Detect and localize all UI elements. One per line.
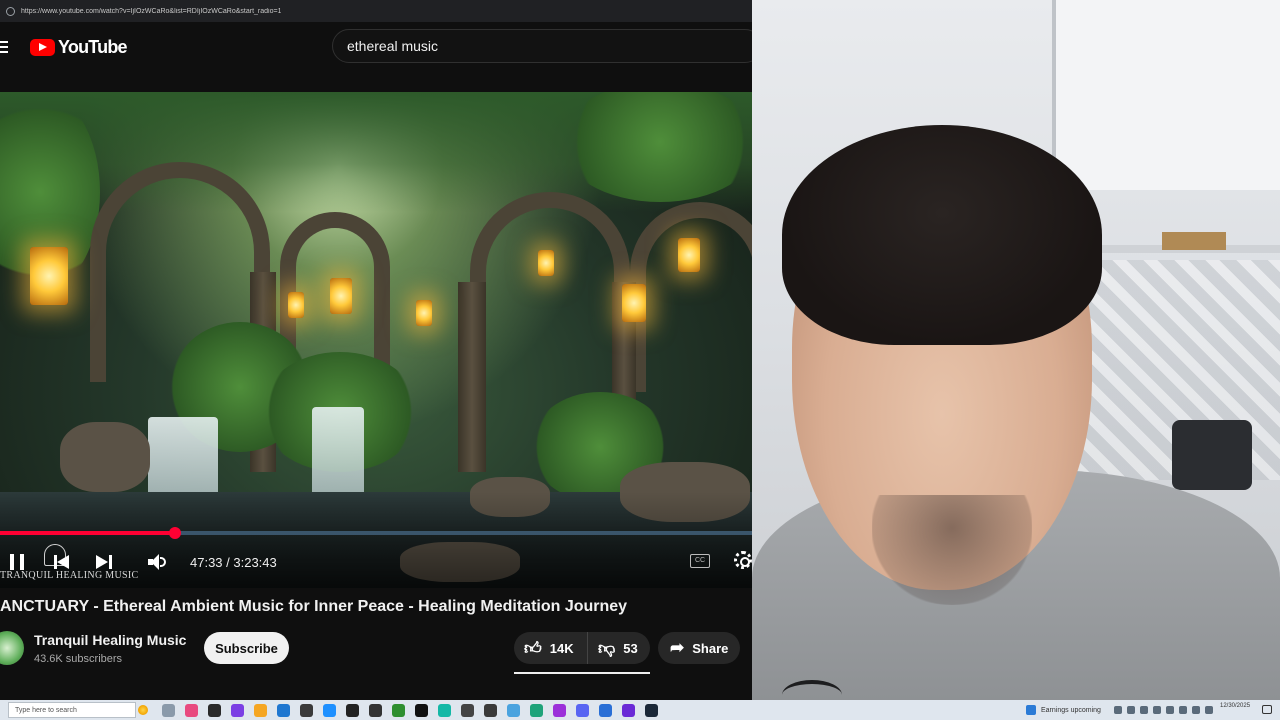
taskbar-apps	[162, 703, 658, 717]
app-icon[interactable]	[185, 703, 198, 717]
player-controls: 47:33 / 3:23:43 CC	[0, 548, 752, 576]
webcam-feed	[752, 0, 1280, 704]
channel-avatar[interactable]	[0, 631, 24, 665]
video-lantern	[416, 300, 432, 326]
share-label: Share	[692, 640, 729, 656]
taskbar-search-input[interactable]: Type here to search	[8, 702, 136, 718]
app-icon[interactable]	[553, 703, 566, 717]
share-button[interactable]: ➦ Share	[658, 632, 740, 664]
video-title: ANCTUARY - Ethereal Ambient Music for In…	[0, 598, 628, 615]
progress-bar[interactable]	[0, 527, 752, 539]
app-icon[interactable]	[438, 703, 451, 717]
search-highlight-icon[interactable]	[138, 705, 148, 715]
like-dislike-group: 👍︎ 14K 👎︎ 53	[514, 632, 650, 664]
taskbar-date: 12/30/2025	[1220, 703, 1251, 709]
captions-icon[interactable]: CC	[690, 554, 710, 568]
progress-fill	[0, 531, 176, 535]
video-rock	[60, 422, 150, 492]
video-lantern	[30, 247, 68, 305]
info-icon	[6, 6, 15, 16]
windows-taskbar: Type here to search Earnings upcoming 12…	[0, 700, 1280, 720]
dislike-count: 53	[623, 640, 638, 656]
subscriber-count: 43.6K subscribers	[34, 653, 123, 665]
app-icon[interactable]	[369, 703, 382, 717]
dislike-button[interactable]: 👎︎ 53	[588, 632, 638, 664]
video-arch	[630, 202, 752, 392]
volume-icon[interactable]	[148, 554, 166, 570]
previous-icon[interactable]	[54, 554, 70, 570]
app-icon[interactable]	[599, 703, 612, 717]
app-icon[interactable]	[300, 703, 313, 717]
chevron-up-icon[interactable]	[1113, 706, 1122, 714]
start-icon[interactable]	[0, 707, 6, 713]
webcam-person-beard	[872, 495, 1032, 605]
app-icon[interactable]	[461, 703, 474, 717]
youtube-logo[interactable]: YouTube	[30, 36, 128, 58]
bluetooth-icon[interactable]	[1139, 706, 1148, 714]
folder-icon[interactable]	[254, 703, 267, 717]
webcam-person-hair	[782, 125, 1102, 345]
discord-icon[interactable]	[576, 703, 589, 717]
url-text[interactable]: https://www.youtube.com/watch?v=IjIOzWCa…	[21, 8, 281, 15]
video-pillar	[458, 282, 486, 472]
webcam-bag	[1172, 420, 1252, 490]
taskbar-clock[interactable]: 12/30/2025	[1220, 702, 1250, 710]
like-button[interactable]: 👍︎ 14K	[514, 632, 588, 664]
webcam-cabinet	[1052, 0, 1280, 190]
notification-icon[interactable]	[1262, 705, 1272, 714]
like-thumb-icon: 👍︎	[524, 638, 542, 658]
tray-icons	[1113, 706, 1213, 714]
app-icon[interactable]	[231, 703, 244, 717]
settings-gear-icon[interactable]	[734, 551, 752, 569]
youtube-header: YouTube ethereal music	[0, 22, 762, 72]
youtube-wordmark: YouTube	[58, 36, 128, 57]
wifi-icon[interactable]	[1126, 706, 1135, 714]
video-arch	[470, 192, 630, 392]
steam-icon[interactable]	[645, 703, 658, 717]
menu-icon[interactable]	[0, 41, 8, 53]
next-icon[interactable]	[96, 554, 112, 570]
video-lantern	[538, 250, 554, 276]
search-input[interactable]: ethereal music	[332, 29, 762, 63]
channel-name[interactable]: Tranquil Healing Music	[34, 632, 186, 648]
time-display: 47:33 / 3:23:43	[190, 554, 277, 570]
channel-row: Tranquil Healing Music 43.6K subscribers…	[0, 628, 752, 674]
widgets-text[interactable]: Earnings upcoming	[1041, 707, 1101, 714]
app-icon[interactable]	[484, 703, 497, 717]
video-lantern	[330, 278, 352, 314]
tray-app-icon[interactable]	[1165, 706, 1174, 714]
system-tray: Earnings upcoming	[1026, 700, 1213, 720]
youtube-logo-icon	[30, 38, 55, 56]
app-icon[interactable]	[507, 703, 520, 717]
share-arrow-icon: ➦	[670, 638, 685, 657]
app-icon[interactable]	[622, 703, 635, 717]
browser-icon[interactable]	[530, 703, 543, 717]
video-lantern	[288, 292, 304, 318]
app-icon[interactable]	[392, 703, 405, 717]
like-underline	[514, 672, 650, 674]
app-icon[interactable]	[415, 703, 428, 717]
pause-icon[interactable]	[10, 554, 24, 570]
webcam-shelf-box	[1162, 232, 1226, 250]
task-view-icon[interactable]	[162, 703, 175, 717]
app-icon[interactable]	[208, 703, 221, 717]
network-icon[interactable]	[1191, 706, 1200, 714]
app-icon[interactable]	[323, 703, 336, 717]
tray-app-icon[interactable]	[1152, 706, 1161, 714]
dislike-thumb-icon: 👎︎	[598, 638, 616, 658]
widgets-icon[interactable]	[1026, 705, 1036, 715]
like-count: 14K	[549, 640, 574, 656]
app-icon[interactable]	[346, 703, 359, 717]
speaker-icon[interactable]	[1204, 706, 1213, 714]
video-player[interactable]	[0, 92, 752, 588]
subscribe-button[interactable]: Subscribe	[204, 632, 289, 664]
video-lantern	[622, 284, 646, 322]
browser-address-bar[interactable]: https://www.youtube.com/watch?v=IjIOzWCa…	[0, 0, 752, 22]
video-lantern	[678, 238, 700, 272]
app-icon[interactable]	[277, 703, 290, 717]
tray-app-icon[interactable]	[1178, 706, 1187, 714]
